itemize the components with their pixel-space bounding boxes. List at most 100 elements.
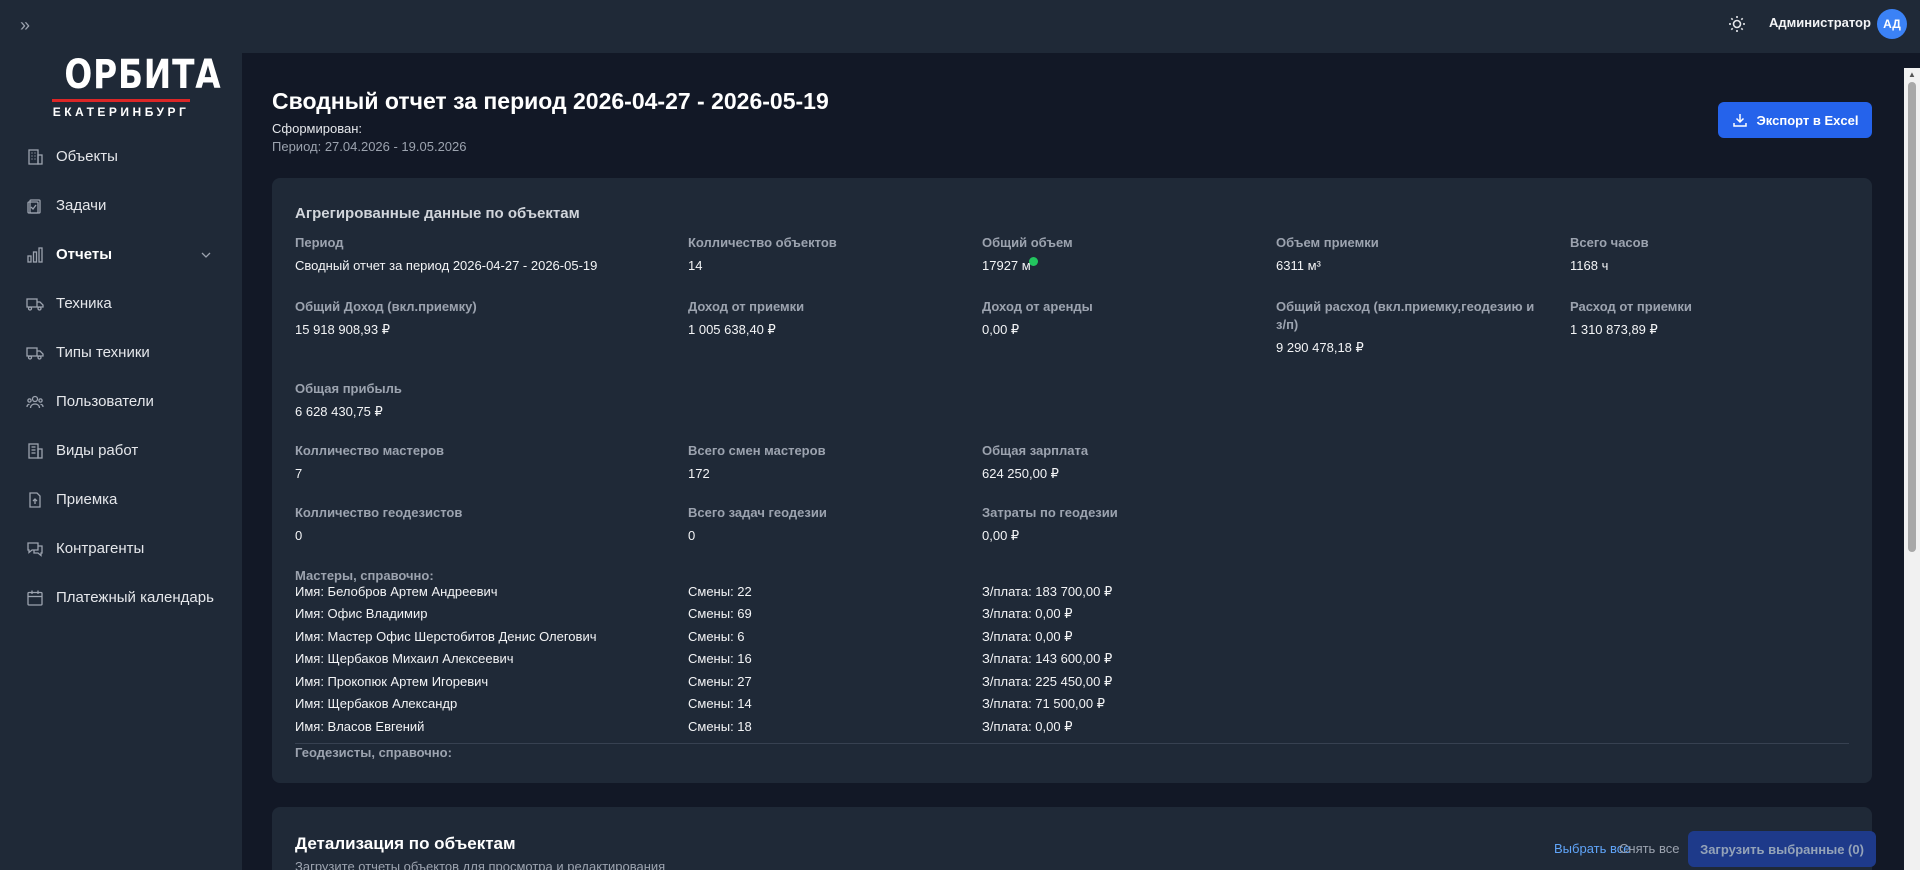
building-icon xyxy=(28,148,43,165)
stat-value: 6311 м³ xyxy=(1276,258,1321,273)
stat-value-wrap: 17927 м xyxy=(982,257,1073,274)
master-shifts: Смены: 16 xyxy=(688,651,752,666)
stat-value: 0,00 ₽ xyxy=(982,528,1020,543)
avatar[interactable]: АД xyxy=(1877,9,1907,39)
masters-count-stat: Колличество мастеров 7 xyxy=(295,442,444,482)
stat-label: Общая зарплата xyxy=(982,443,1089,458)
bar-chart-icon xyxy=(27,246,43,263)
sidebar-item-label: Задачи xyxy=(56,197,107,214)
master-salary: З/плата: 143 600,00 ₽ xyxy=(982,651,1113,666)
stat-value: 15 918 908,93 ₽ xyxy=(295,322,391,337)
master-name: Имя: Белобров Артем Андреевич xyxy=(295,584,498,599)
tasks-icon xyxy=(27,198,41,214)
sidebar: ОРБИТА ЕКАТЕРИНБУРГ Объекты Задачи Отчет… xyxy=(0,53,242,870)
sidebar-item-vehicle-types[interactable]: Типы техники xyxy=(0,328,242,377)
deselect-all-link[interactable]: Снять все xyxy=(1619,841,1679,856)
masters-shifts-stat: Всего смен мастеров 172 xyxy=(688,442,826,482)
total-hours-stat: Всего часов 1168 ч xyxy=(1570,234,1649,274)
sidebar-item-label: Виды работ xyxy=(56,442,139,459)
aggregated-title: Агрегированные данные по объектам xyxy=(295,205,580,222)
geodesy-costs-stat: Затраты по геодезии 0,00 ₽ xyxy=(982,504,1118,544)
details-subtitle: Загрузите отчеты объектов для просмотра … xyxy=(295,859,666,870)
sidebar-item-tasks[interactable]: Задачи xyxy=(0,181,242,230)
master-name: Имя: Мастер Офис Шерстобитов Денис Олего… xyxy=(295,629,597,644)
logo[interactable]: ОРБИТА ЕКАТЕРИНБУРГ xyxy=(52,53,221,119)
page-title: Сводный отчет за период 2026-04-27 - 202… xyxy=(272,88,829,114)
stat-value: 1168 ч xyxy=(1570,258,1609,273)
total-volume-stat: Общий объем 17927 м xyxy=(982,234,1073,274)
masters-ref-label: Мастеры, справочно: xyxy=(295,568,434,583)
sidebar-item-payment-calendar[interactable]: Платежный календарь xyxy=(0,573,242,622)
stat-value: 1 310 873,89 ₽ xyxy=(1570,322,1658,337)
sidebar-item-label: Типы техники xyxy=(56,344,150,361)
sidebar-item-reports[interactable]: Отчеты xyxy=(0,230,242,279)
sidebar-item-vehicles[interactable]: Техника xyxy=(0,279,242,328)
stat-value: 624 250,00 ₽ xyxy=(982,466,1059,481)
logo-accent-bar xyxy=(52,99,190,102)
master-name: Имя: Щербаков Александр xyxy=(295,696,458,711)
theme-toggle-icon[interactable] xyxy=(1725,12,1749,36)
truck-type-icon xyxy=(26,346,44,360)
geodesists-ref-label: Геодезисты, справочно: xyxy=(295,745,452,760)
master-salary: З/плата: 0,00 ₽ xyxy=(982,629,1073,644)
stat-label: Период xyxy=(295,235,344,250)
sidebar-item-work-types[interactable]: Виды работ xyxy=(0,426,242,475)
users-icon xyxy=(26,395,44,408)
export-excel-button[interactable]: Экспорт в Excel xyxy=(1718,102,1872,138)
sidebar-item-label: Контрагенты xyxy=(56,540,145,557)
geodesy-tasks-stat: Всего задач геодезии 0 xyxy=(688,504,827,544)
scroll-up-arrow-icon[interactable]: ▲ xyxy=(1904,68,1920,82)
expand-sidebar-icon[interactable]: » xyxy=(14,14,36,36)
load-selected-button[interactable]: Загрузить выбранные (0) xyxy=(1688,831,1876,867)
calendar-icon xyxy=(27,590,43,606)
master-shifts: Смены: 14 xyxy=(688,696,752,711)
master-salary: З/плата: 183 700,00 ₽ xyxy=(982,584,1113,599)
stat-value: 17927 м xyxy=(982,258,1031,273)
stat-value: 172 xyxy=(688,466,710,481)
export-label: Экспорт в Excel xyxy=(1756,112,1859,128)
total-salary-stat: Общая зарплата 624 250,00 ₽ xyxy=(982,442,1088,482)
contractors-icon xyxy=(27,541,43,557)
formed-label: Сформирован: xyxy=(272,121,362,136)
aggregated-card: Агрегированные данные по объектам Период… xyxy=(272,178,1872,783)
acceptance-icon xyxy=(29,491,41,508)
scrollbar-thumb[interactable] xyxy=(1908,82,1916,552)
stat-value: Сводный отчет за период 2026-04-27 - 202… xyxy=(295,258,598,273)
master-name: Имя: Щербаков Михаил Алексеевич xyxy=(295,651,514,666)
download-icon xyxy=(1732,114,1747,127)
sidebar-item-objects[interactable]: Объекты xyxy=(0,132,242,181)
sidebar-item-acceptance[interactable]: Приемка xyxy=(0,475,242,524)
stat-label: Всего часов xyxy=(1570,235,1649,250)
master-name: Имя: Власов Евгений xyxy=(295,719,425,734)
status-dot-icon xyxy=(1028,257,1038,266)
master-shifts: Смены: 27 xyxy=(688,674,752,689)
sidebar-item-label: Отчеты xyxy=(56,246,113,263)
acceptance-volume-stat: Объем приемки 6311 м³ xyxy=(1276,234,1379,274)
main-content: Сводный отчет за период 2026-04-27 - 202… xyxy=(242,53,1904,870)
sidebar-nav: Объекты Задачи Отчеты Техника Типы техни… xyxy=(0,132,242,622)
master-salary: З/плата: 225 450,00 ₽ xyxy=(982,674,1113,689)
top-bar: » Администратор АД xyxy=(0,0,1920,53)
stat-value: 0 xyxy=(688,528,696,543)
stat-label: Общий объем xyxy=(982,235,1073,250)
sidebar-item-users[interactable]: Пользователи xyxy=(0,377,242,426)
divider xyxy=(295,743,1849,744)
sidebar-item-label: Приемка xyxy=(56,491,118,508)
user-name[interactable]: Администратор xyxy=(1769,15,1871,30)
stat-label: Колличество объектов xyxy=(688,235,837,250)
master-shifts: Смены: 22 xyxy=(688,584,752,599)
master-shifts: Смены: 18 xyxy=(688,719,752,734)
details-card: Детализация по объектам Загрузите отчеты… xyxy=(272,807,1876,870)
sidebar-item-label: Платежный календарь xyxy=(56,589,214,606)
stat-label: Общий Доход (вкл.приемку) xyxy=(295,299,477,314)
rent-income-stat: Доход от аренды 0,00 ₽ xyxy=(982,298,1093,338)
stat-label: Расход от приемки xyxy=(1570,299,1692,314)
stat-label: Объем приемки xyxy=(1276,235,1379,250)
sidebar-item-contractors[interactable]: Контрагенты xyxy=(0,524,242,573)
chevron-down-icon[interactable] xyxy=(200,249,212,261)
master-shifts: Смены: 6 xyxy=(688,629,745,644)
stat-label: Доход от приемки xyxy=(688,299,805,314)
stat-label: Доход от аренды xyxy=(982,299,1093,314)
truck-icon xyxy=(26,297,44,311)
details-title: Детализация по объектам xyxy=(295,834,516,853)
